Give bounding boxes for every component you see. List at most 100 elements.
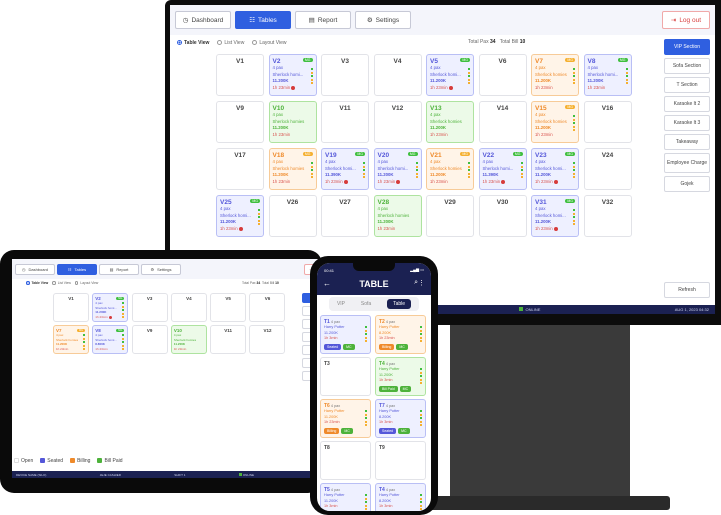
table-card-v25[interactable]: V25 MG 4 pax Sherlock homi... 11.200K 1h 23mi… — [216, 195, 264, 237]
table-card-t1[interactable]: T1 4 pax Harry Potter 11.200K 1h 3min Seated… — [320, 315, 371, 354]
status-dot — [415, 172, 418, 175]
table-card-v5[interactable]: V5 — [210, 293, 247, 322]
table-card-v28[interactable]: V28 4 pax Sherlock homies 11.200K 1h 23min — [373, 195, 422, 237]
table-card-v26[interactable]: V26 — [268, 195, 317, 237]
table-card-v9[interactable]: V9 — [131, 325, 168, 354]
order-status-dots — [573, 68, 575, 84]
table-card-t4[interactable]: T4 4 pax Harry Potter 11.200K 1h 3min Bill P… — [375, 357, 426, 396]
table-card-v16[interactable]: V16 — [583, 101, 632, 143]
table-card-v15[interactable]: V15 MG 4 pax Sherlock homies 11.200K 1h 23min — [531, 101, 579, 143]
table-card-v19[interactable]: V19 MG 4 pax Sherlock homi... 11.390K 1h 23mi… — [321, 148, 369, 190]
table-card-v27[interactable]: V27 — [321, 195, 369, 237]
table-card-v32[interactable]: V32 — [583, 195, 632, 237]
table-card-v12[interactable]: V12 — [249, 325, 286, 354]
tab-report[interactable]: ▤ Report — [295, 11, 351, 29]
table-card-v30[interactable]: V30 — [478, 195, 527, 237]
table-card-v1[interactable]: V1 — [216, 54, 264, 96]
tab-settings[interactable]: ⚙ Settings — [141, 263, 181, 275]
table-id: V12 — [391, 105, 404, 112]
tab-sofa[interactable]: Sofa — [361, 301, 371, 307]
status-dot — [573, 165, 575, 168]
tab-report[interactable]: ▤ Report — [99, 263, 139, 275]
view-option-list-view[interactable]: List View — [52, 281, 71, 285]
table-card-v24[interactable]: V24 — [583, 148, 632, 190]
table-card-v29[interactable]: V29 — [426, 195, 474, 237]
table-card-v18[interactable]: V18 MG 4 pax Sherlock homies 11.200K 1h 23min — [268, 148, 317, 190]
table-card-v8[interactable]: V8 MG 4 pax Sherlock homi... 11.200K 1h 23min — [583, 54, 632, 96]
table-card-t7[interactable]: T7 4 pax Harry Potter 8.200K 1h 3min Seated M… — [375, 399, 426, 438]
table-card-v10[interactable]: V10 4 pax Sherlock homies 11.200K 1h 23min — [170, 325, 207, 354]
table-card-v22[interactable]: V22 MG 4 pax Sherlock homi... 11.390K 1h 23mi… — [478, 148, 527, 190]
section-button[interactable]: Takeaway — [664, 134, 710, 150]
tab-table[interactable]: Table — [387, 299, 412, 309]
table-card-v6[interactable]: V6 — [249, 293, 286, 322]
tab-dashboard[interactable]: ◷ Dashboard — [15, 263, 55, 275]
table-card-t4[interactable]: T4 4 pax Harry Potter 8.200K 1h 3min — [375, 483, 426, 511]
table-card-v17[interactable]: V17 — [216, 148, 264, 190]
table-card-v23[interactable]: V23 MG 4 pax Sherlock homi... 11.200K 1h 23mi… — [531, 148, 579, 190]
table-card-v20[interactable]: V20 MG 4 pax Sherlock homi... 11.200K 1h 23mi… — [373, 148, 422, 190]
table-card-v10[interactable]: V10 4 pax Sherlock homies 11.200K 1h 23min — [268, 101, 317, 143]
section-button[interactable]: Gojek — [664, 176, 710, 192]
radio-button[interactable] — [52, 281, 56, 285]
table-card-t6[interactable]: T6 4 pax Harry Potter 11.200K 1h 23min Billi… — [320, 399, 371, 438]
logout-button[interactable]: ⇥ Log out — [661, 11, 710, 29]
table-card-v31[interactable]: V31 MG 4 pax Sherlock homi... 11.200K 1h 23mi… — [531, 195, 579, 237]
table-card-v7[interactable]: V7 MG 4 pax Sherlock homies 11.200K 1h 23min — [531, 54, 579, 96]
table-card-v8[interactable]: V8 MG 4 pax Sherlock homi... 8.800K 1h 23min — [92, 325, 129, 354]
table-card-t2[interactable]: T2 4 pax Harry Potter 8.200K 1h 23min Billin… — [375, 315, 426, 354]
tab-dashboard[interactable]: ◷ Dashboard — [175, 11, 231, 29]
table-card-v4[interactable]: V4 — [170, 293, 207, 322]
table-card-v4[interactable]: V4 — [373, 54, 422, 96]
table-id: T3 — [324, 361, 330, 367]
radio-button[interactable] — [177, 40, 182, 46]
more-icon[interactable]: ⋮ — [418, 279, 425, 287]
section-button[interactable]: Sofa Section — [664, 58, 710, 74]
dashboard-icon: ◷ — [182, 17, 189, 24]
table-card-v5[interactable]: V5 MG 4 pax Sherlock homi... 11.200K 1h 23min — [426, 54, 474, 96]
table-card-v1[interactable]: V1 — [53, 293, 89, 322]
table-card-v11[interactable]: V11 — [210, 325, 247, 354]
table-card-v12[interactable]: V12 — [373, 101, 422, 143]
table-card-v14[interactable]: V14 — [478, 101, 527, 143]
refresh-button[interactable]: Refresh — [664, 282, 710, 298]
view-option-table-view[interactable]: Table View — [177, 40, 209, 46]
table-card-v3[interactable]: V3 — [321, 54, 369, 96]
section-button[interactable]: T Section — [664, 77, 710, 93]
status-dot — [258, 209, 260, 211]
status-dot — [365, 333, 367, 335]
table-id: V16 — [601, 105, 614, 112]
section-button[interactable]: Karaoke lt 2 — [664, 96, 710, 112]
table-card-t8[interactable]: T8 — [320, 441, 371, 480]
table-card-v7[interactable]: V7 MG 4 pax Sherlock homies 11.200K 1h 23min — [53, 325, 89, 354]
section-button[interactable]: Employee Charge — [664, 153, 710, 173]
section-button[interactable]: VIP Section — [664, 39, 710, 55]
view-option-table-view[interactable]: Table View — [26, 281, 48, 285]
tab-tables[interactable]: ☷ Tables — [235, 11, 291, 29]
view-option-list-view[interactable]: List View — [217, 40, 244, 46]
tab-vip[interactable]: VIP — [337, 301, 345, 307]
table-card-v21[interactable]: V21 MG 4 pax Sherlock homies 11.200K 1h 23min — [426, 148, 474, 190]
radio-button[interactable] — [217, 40, 223, 46]
view-option-layout-view[interactable]: Layout View — [252, 40, 286, 46]
table-card-v3[interactable]: V3 — [131, 293, 168, 322]
table-pax: 4 pax — [430, 159, 441, 164]
table-card-v6[interactable]: V6 — [478, 54, 527, 96]
table-card-t3[interactable]: T3 — [320, 357, 371, 396]
radio-button[interactable] — [74, 281, 79, 285]
table-card-v13[interactable]: V13 4 pax Sherlock homies 11.200K 1h 23min — [426, 101, 474, 143]
table-card-v9[interactable]: V9 — [216, 101, 264, 143]
radio-button[interactable] — [26, 281, 30, 285]
table-card-t9[interactable]: T9 — [375, 441, 426, 480]
table-card-v2[interactable]: V2 MG 4 pax Sherlock homi... 11.200K 1h 23min — [268, 54, 317, 96]
tab-settings[interactable]: ⚙ Settings — [355, 11, 411, 29]
table-card-t5[interactable]: T5 4 pax Harry Potter 11.200K 1h 3min — [320, 483, 371, 511]
view-option-layout-view[interactable]: Layout View — [74, 281, 98, 285]
table-card-v2[interactable]: V2 MG 4 pax Sherlock homi... 11.200K 1h 23min — [92, 293, 129, 322]
table-card-v11[interactable]: V11 — [321, 101, 369, 143]
radio-button[interactable] — [252, 40, 258, 46]
section-button[interactable]: Karaoke lt 3 — [664, 115, 710, 131]
legend-item-seated: Seated — [40, 458, 63, 464]
tab-tables[interactable]: ☷ Tables — [57, 263, 97, 275]
totals: Total Pax 34 Total Bill 10 — [468, 39, 526, 45]
